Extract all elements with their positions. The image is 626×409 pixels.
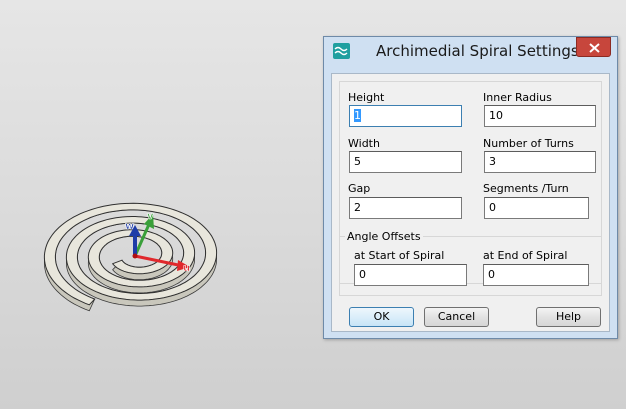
w-axis-label: w [125,221,134,232]
cancel-button[interactable]: Cancel [424,307,489,327]
gap-field[interactable]: 2 [349,197,462,219]
number-of-turns-field[interactable]: 3 [484,151,596,173]
start-of-spiral-label: at Start of Spiral [354,249,445,262]
app-wave-icon [333,43,350,59]
close-icon [589,43,600,53]
close-button[interactable] [576,37,611,57]
v-axis-label: v [147,211,154,222]
width-field[interactable]: 5 [349,151,462,173]
origin-marker [132,253,138,259]
end-of-spiral-field[interactable]: 0 [483,264,589,286]
dialog-titlebar[interactable]: Archimedial Spiral Settings [324,37,617,65]
number-of-turns-label: Number of Turns [483,137,574,150]
help-button[interactable]: Help [536,307,601,327]
spiral-model[interactable] [43,202,218,312]
gap-label: Gap [348,182,371,195]
height-label: Height [348,91,385,104]
width-label: Width [348,137,380,150]
height-value: 1 [354,109,361,122]
inner-radius-field[interactable]: 10 [484,105,596,127]
u-axis-label: u [183,263,190,274]
height-field[interactable]: 1 [349,105,462,127]
inner-radius-label: Inner Radius [483,91,552,104]
start-of-spiral-field[interactable]: 0 [354,264,467,286]
dialog-client-area: Height 1 Inner Radius 10 Width 5 Number … [331,73,610,332]
segments-per-turn-field[interactable]: 0 [484,197,589,219]
archimedial-spiral-dialog: Archimedial Spiral Settings Height 1 Inn… [323,36,618,339]
angle-offsets-title: Angle Offsets [345,230,423,243]
ok-button[interactable]: OK [349,307,414,327]
end-of-spiral-label: at End of Spiral [483,249,568,262]
segments-per-turn-label: Segments /Turn [483,182,569,195]
dialog-title: Archimedial Spiral Settings [376,42,579,60]
